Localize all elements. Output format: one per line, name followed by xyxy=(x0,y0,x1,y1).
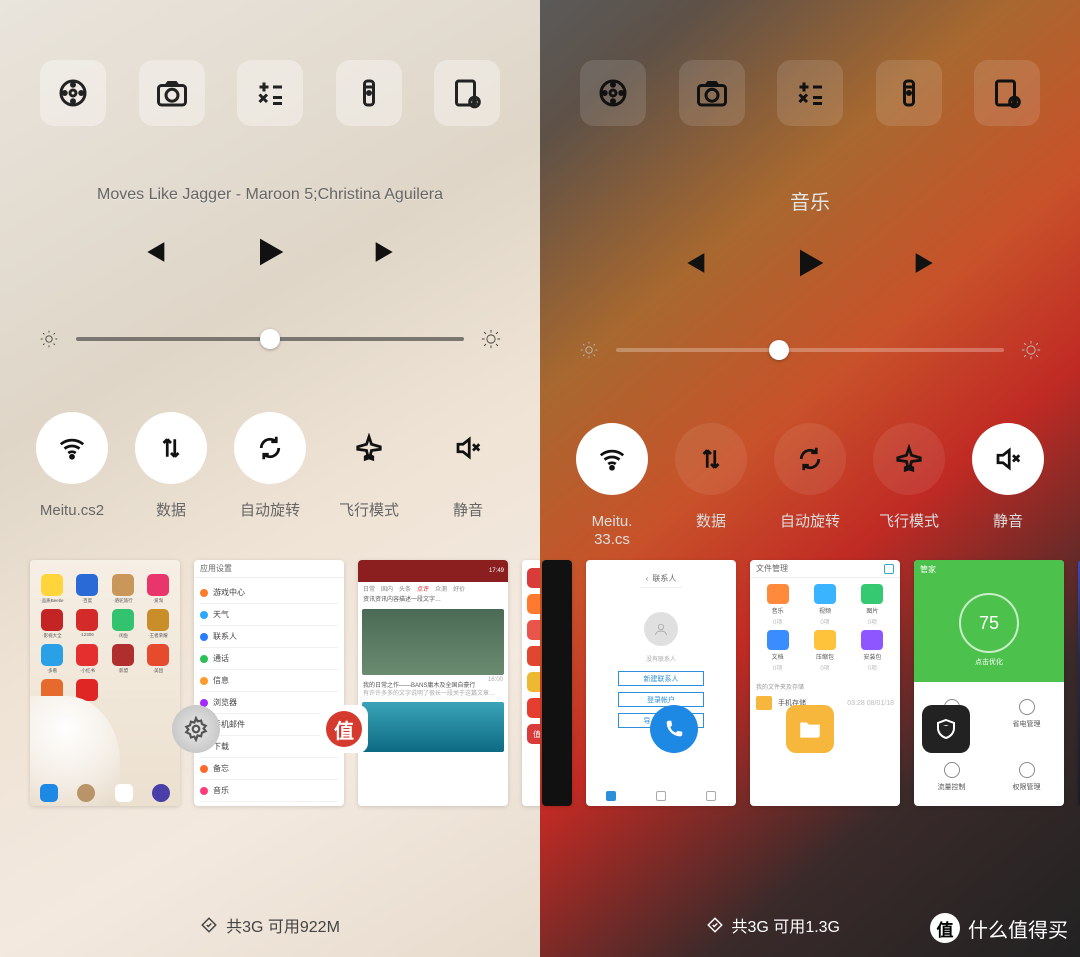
brightness-slider[interactable] xyxy=(540,291,1080,371)
wifi-toggle[interactable]: Meitu. 33.cs xyxy=(564,423,660,549)
watermark: 值 什么值得买 xyxy=(930,913,1068,943)
play-icon[interactable] xyxy=(250,232,290,272)
airplane-toggle[interactable]: 飞行模式 xyxy=(321,412,417,520)
recent-card-home[interactable]: ·品质Beetle·百度·骆驼旅行·爱淘·影视大全·12306·闲鱼·王者荣耀·… xyxy=(30,560,180,806)
brightness-track[interactable] xyxy=(76,337,464,341)
rotate-toggle[interactable]: 自动旋转 xyxy=(762,423,858,549)
remote-icon[interactable] xyxy=(40,60,106,126)
shortcut-row xyxy=(0,0,540,146)
toggle-row: Meitu. 33.cs 数据 自动旋转 飞行模式 静音 xyxy=(540,371,1080,559)
prev-track-icon[interactable] xyxy=(136,235,170,269)
rotate-icon xyxy=(795,444,825,474)
security-app-icon[interactable] xyxy=(922,705,970,753)
recent-apps[interactable]: ‹联系人 没有联系人 新建联系人 登录帐户 导入联系人 文件管理 音乐0项视频0… xyxy=(540,560,1080,817)
camera-icon[interactable] xyxy=(139,60,205,126)
watermark-text: 什么值得买 xyxy=(968,914,1068,943)
wifi-toggle[interactable]: Meitu.cs2 xyxy=(24,412,120,520)
mute-toggle[interactable]: 静音 xyxy=(960,423,1056,549)
memory-status: 共3G 可用1.3G xyxy=(706,913,840,937)
airplane-toggle[interactable]: 飞行模式 xyxy=(861,423,957,549)
watermark-logo: 值 xyxy=(930,913,960,943)
media-title: 音乐 xyxy=(580,186,1040,215)
data-toggle[interactable]: 数据 xyxy=(123,412,219,520)
recent-card-files[interactable]: 文件管理 音乐0项视频0项图片0项文档0项压缩包0项安装包0项 我的文件夹及存储… xyxy=(750,560,900,806)
airplane-icon xyxy=(354,433,384,463)
recent-card-news[interactable]: 17:49 日常国内头条点评众测好价 资讯资讯内容描述一段文字… 16:00 我… xyxy=(358,560,508,806)
rotate-toggle[interactable]: 自动旋转 xyxy=(222,412,318,520)
screenshot-icon[interactable] xyxy=(974,60,1040,126)
settings-app-icon[interactable] xyxy=(172,705,220,753)
brightness-high-icon xyxy=(480,328,502,350)
phone-app-icon[interactable] xyxy=(650,705,698,753)
next-track-icon[interactable] xyxy=(910,246,944,280)
brightness-low-icon xyxy=(38,328,60,350)
data-icon xyxy=(156,433,186,463)
optimization-score: 75 xyxy=(959,593,1019,653)
media-block: 音乐 xyxy=(540,146,1080,291)
card-title: 联系人 xyxy=(652,573,676,584)
recent-card-cleaner[interactable]: 管家 75 点击优化 垃圾清理省电管理流量控制权限管理 xyxy=(914,560,1064,806)
media-title: Moves Like Jagger - Maroon 5;Christina A… xyxy=(40,186,500,204)
wifi-icon xyxy=(597,444,627,474)
clear-all-icon[interactable] xyxy=(200,916,218,934)
slider-thumb[interactable] xyxy=(769,340,789,360)
phone-screenshot-right: 音乐 Meitu. 33.cs 数据 自动旋转 飞行模式 静音 ‹联系人 没有联… xyxy=(540,0,1080,957)
screenshot-icon[interactable] xyxy=(434,60,500,126)
recent-card-settings[interactable]: 应用设置 游戏中心天气联系人通话信息浏览器手机邮件下载备忘音乐图库 xyxy=(194,560,344,806)
smzdm-app-icon[interactable]: 值 xyxy=(320,705,368,753)
recent-card-partial[interactable]: 值 xyxy=(522,560,540,806)
clear-all-icon[interactable] xyxy=(706,916,724,934)
data-toggle[interactable]: 数据 xyxy=(663,423,759,549)
brightness-slider[interactable] xyxy=(0,280,540,360)
airplane-icon xyxy=(894,444,924,474)
brightness-low-icon xyxy=(578,339,600,361)
memory-status: 共3G 可用922M xyxy=(0,913,540,937)
recents-dock xyxy=(540,705,1080,753)
camera-icon[interactable] xyxy=(679,60,745,126)
toggle-row: Meitu.cs2 数据 自动旋转 飞行模式 静音 xyxy=(0,360,540,530)
avatar-icon xyxy=(644,612,678,646)
media-block: Moves Like Jagger - Maroon 5;Christina A… xyxy=(0,146,540,280)
prev-track-icon[interactable] xyxy=(676,246,710,280)
wifi-icon xyxy=(57,433,87,463)
brightness-high-icon xyxy=(1020,339,1042,361)
brightness-track[interactable] xyxy=(616,348,1004,352)
recent-card-contacts[interactable]: ‹联系人 没有联系人 新建联系人 登录帐户 导入联系人 xyxy=(586,560,736,806)
card-title: 文件管理 xyxy=(756,563,788,574)
shortcut-row xyxy=(540,0,1080,146)
flashlight-icon[interactable] xyxy=(876,60,942,126)
data-icon xyxy=(696,444,726,474)
phone-screenshot-left: Moves Like Jagger - Maroon 5;Christina A… xyxy=(0,0,540,957)
slider-thumb[interactable] xyxy=(260,329,280,349)
rotate-icon xyxy=(255,433,285,463)
flashlight-icon[interactable] xyxy=(336,60,402,126)
card-title: 管家 xyxy=(920,564,936,575)
mute-icon xyxy=(993,444,1023,474)
recent-apps[interactable]: ·品质Beetle·百度·骆驼旅行·爱淘·影视大全·12306·闲鱼·王者荣耀·… xyxy=(0,560,540,817)
mute-toggle[interactable]: 静音 xyxy=(420,412,516,520)
calculator-icon[interactable] xyxy=(237,60,303,126)
calculator-icon[interactable] xyxy=(777,60,843,126)
next-track-icon[interactable] xyxy=(370,235,404,269)
recents-dock: 值 xyxy=(0,705,540,753)
remote-icon[interactable] xyxy=(580,60,646,126)
card-title: 应用设置 xyxy=(200,563,232,574)
play-icon[interactable] xyxy=(790,243,830,283)
mute-icon xyxy=(453,433,483,463)
files-app-icon[interactable] xyxy=(786,705,834,753)
recent-card-dark[interactable] xyxy=(542,560,572,806)
